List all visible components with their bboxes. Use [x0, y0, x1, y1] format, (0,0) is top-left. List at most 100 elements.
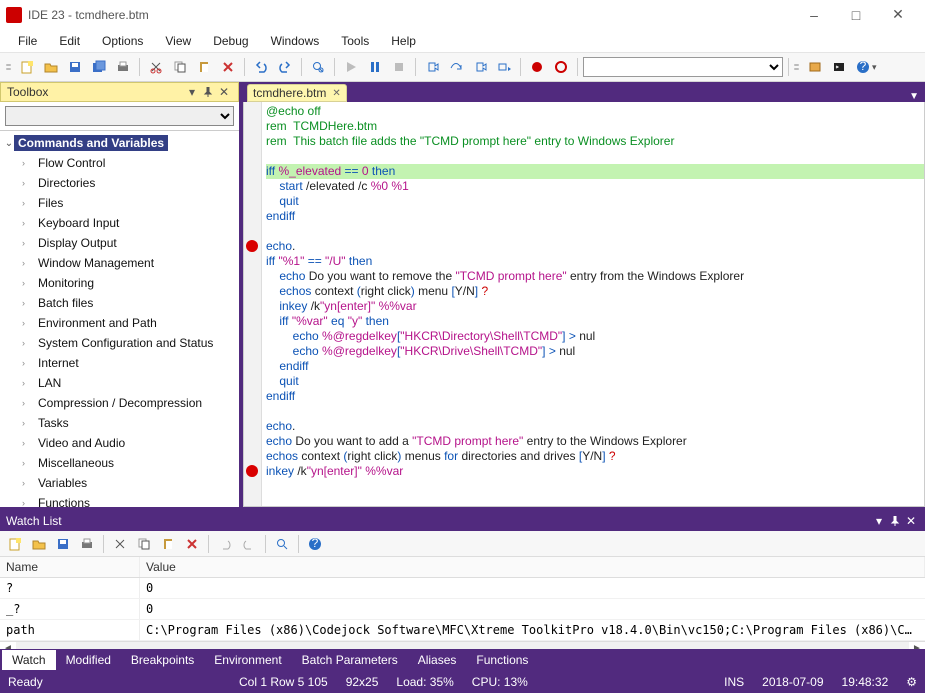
tree-item[interactable]: ›Variables — [0, 473, 239, 493]
watch-close-icon[interactable]: ✕ — [903, 513, 919, 529]
step-over-button[interactable] — [445, 56, 467, 78]
watch-tab-aliases[interactable]: Aliases — [408, 650, 467, 670]
watch-row[interactable]: pathC:\Program Files (x86)\Codejock Soft… — [0, 620, 925, 641]
tree-item[interactable]: ›System Configuration and Status — [0, 333, 239, 353]
watch-cut-button[interactable] — [109, 533, 131, 555]
run-to-cursor-button[interactable] — [493, 56, 515, 78]
menu-edit[interactable]: Edit — [49, 32, 90, 50]
watch-dropdown-icon[interactable]: ▾ — [871, 513, 887, 529]
gutter[interactable] — [244, 102, 262, 506]
console-button[interactable] — [828, 56, 850, 78]
close-button[interactable]: ✕ — [877, 3, 919, 27]
toolbox-search-select[interactable] — [5, 106, 234, 126]
tree-item[interactable]: ›Flow Control — [0, 153, 239, 173]
find-button[interactable] — [307, 56, 329, 78]
tree-item[interactable]: ›Batch files — [0, 293, 239, 313]
watch-find-button[interactable] — [271, 533, 293, 555]
undo-button[interactable] — [250, 56, 272, 78]
breakpoint-icon[interactable] — [246, 240, 258, 252]
tree-item[interactable]: ›Window Management — [0, 253, 239, 273]
tree-item[interactable]: ›Directories — [0, 173, 239, 193]
watch-tab-watch[interactable]: Watch — [2, 650, 56, 670]
document-tab[interactable]: tcmdhere.btm ✕ — [247, 84, 347, 102]
menu-file[interactable]: File — [8, 32, 47, 50]
tree-item[interactable]: ›Display Output — [0, 233, 239, 253]
toolbar-grip[interactable] — [6, 56, 11, 78]
watch-undo-button[interactable] — [214, 533, 236, 555]
status-gear-icon[interactable]: ⚙ — [906, 675, 917, 689]
save-button[interactable] — [64, 56, 86, 78]
record-on-button[interactable] — [526, 56, 548, 78]
tree-item[interactable]: ›Internet — [0, 353, 239, 373]
menu-options[interactable]: Options — [92, 32, 153, 50]
watch-copy-button[interactable] — [133, 533, 155, 555]
watch-col-name[interactable]: Name — [0, 557, 140, 577]
maximize-button[interactable]: □ — [835, 3, 877, 27]
help-button[interactable]: ? — [852, 56, 874, 78]
step-into-button[interactable] — [421, 56, 443, 78]
tree-item[interactable]: ›Video and Audio — [0, 433, 239, 453]
redo-button[interactable] — [274, 56, 296, 78]
delete-button[interactable] — [217, 56, 239, 78]
watch-tab-functions[interactable]: Functions — [466, 650, 538, 670]
tree-item[interactable]: ›Compression / Decompression — [0, 393, 239, 413]
print-button[interactable] — [112, 56, 134, 78]
tree-item[interactable]: ›Keyboard Input — [0, 213, 239, 233]
close-tab-icon[interactable]: ✕ — [332, 88, 340, 99]
watch-tab-batch-parameters[interactable]: Batch Parameters — [292, 650, 408, 670]
tree-item[interactable]: ›Files — [0, 193, 239, 213]
menu-view[interactable]: View — [155, 32, 201, 50]
run-button[interactable] — [340, 56, 362, 78]
preferences-button[interactable] — [804, 56, 826, 78]
watch-tab-environment[interactable]: Environment — [204, 650, 291, 670]
breakpoint-icon[interactable] — [246, 465, 258, 477]
tree-item[interactable]: ›Monitoring — [0, 273, 239, 293]
tabs-overflow-icon[interactable]: ▼ — [903, 91, 925, 102]
tree-item[interactable]: ›Functions — [0, 493, 239, 507]
toolbox-dropdown-icon[interactable]: ▾ — [184, 84, 200, 100]
cut-button[interactable] — [145, 56, 167, 78]
menu-windows[interactable]: Windows — [261, 32, 330, 50]
open-file-button[interactable] — [40, 56, 62, 78]
menu-debug[interactable]: Debug — [203, 32, 258, 50]
copy-button[interactable] — [169, 56, 191, 78]
watch-row[interactable]: _?0 — [0, 599, 925, 620]
stop-button[interactable] — [388, 56, 410, 78]
tree-item[interactable]: ›Environment and Path — [0, 313, 239, 333]
watch-print-button[interactable] — [76, 533, 98, 555]
code-area[interactable]: @echo offrem TCMDHere.btmrem This batch … — [262, 102, 924, 506]
step-out-button[interactable] — [469, 56, 491, 78]
target-select[interactable] — [583, 57, 783, 77]
watch-pin-icon[interactable] — [887, 513, 903, 529]
watch-tab-breakpoints[interactable]: Breakpoints — [121, 650, 204, 670]
tree-item[interactable]: ›LAN — [0, 373, 239, 393]
new-file-button[interactable] — [16, 56, 38, 78]
watch-new-button[interactable] — [4, 533, 26, 555]
menu-help[interactable]: Help — [381, 32, 426, 50]
code-editor[interactable]: @echo offrem TCMDHere.btmrem This batch … — [243, 102, 925, 507]
watch-row[interactable]: ?0 — [0, 578, 925, 599]
record-off-button[interactable] — [550, 56, 572, 78]
watch-paste-button[interactable] — [157, 533, 179, 555]
pause-button[interactable] — [364, 56, 386, 78]
toolbox-close-icon[interactable]: ✕ — [216, 84, 232, 100]
watch-col-value[interactable]: Value — [140, 557, 925, 577]
menu-tools[interactable]: Tools — [331, 32, 379, 50]
help-dropdown-icon[interactable]: ▾ — [872, 62, 877, 73]
tree-item[interactable]: ›Miscellaneous — [0, 453, 239, 473]
watch-delete-button[interactable] — [181, 533, 203, 555]
chevron-right-icon: › — [22, 295, 32, 311]
watch-open-button[interactable] — [28, 533, 50, 555]
pin-icon[interactable] — [200, 84, 216, 100]
watch-help-button[interactable]: ? — [304, 533, 326, 555]
paste-button[interactable] — [193, 56, 215, 78]
save-all-button[interactable] — [88, 56, 110, 78]
toolbar-grip-2[interactable] — [794, 56, 799, 78]
tree-root-commands[interactable]: ⌄ Commands and Variables — [0, 133, 239, 153]
tree-item[interactable]: ›Tasks — [0, 413, 239, 433]
watch-hscrollbar[interactable]: ◄ ► — [0, 641, 925, 649]
watch-redo-button[interactable] — [238, 533, 260, 555]
watch-save-button[interactable] — [52, 533, 74, 555]
minimize-button[interactable]: – — [793, 3, 835, 27]
watch-tab-modified[interactable]: Modified — [56, 650, 121, 670]
